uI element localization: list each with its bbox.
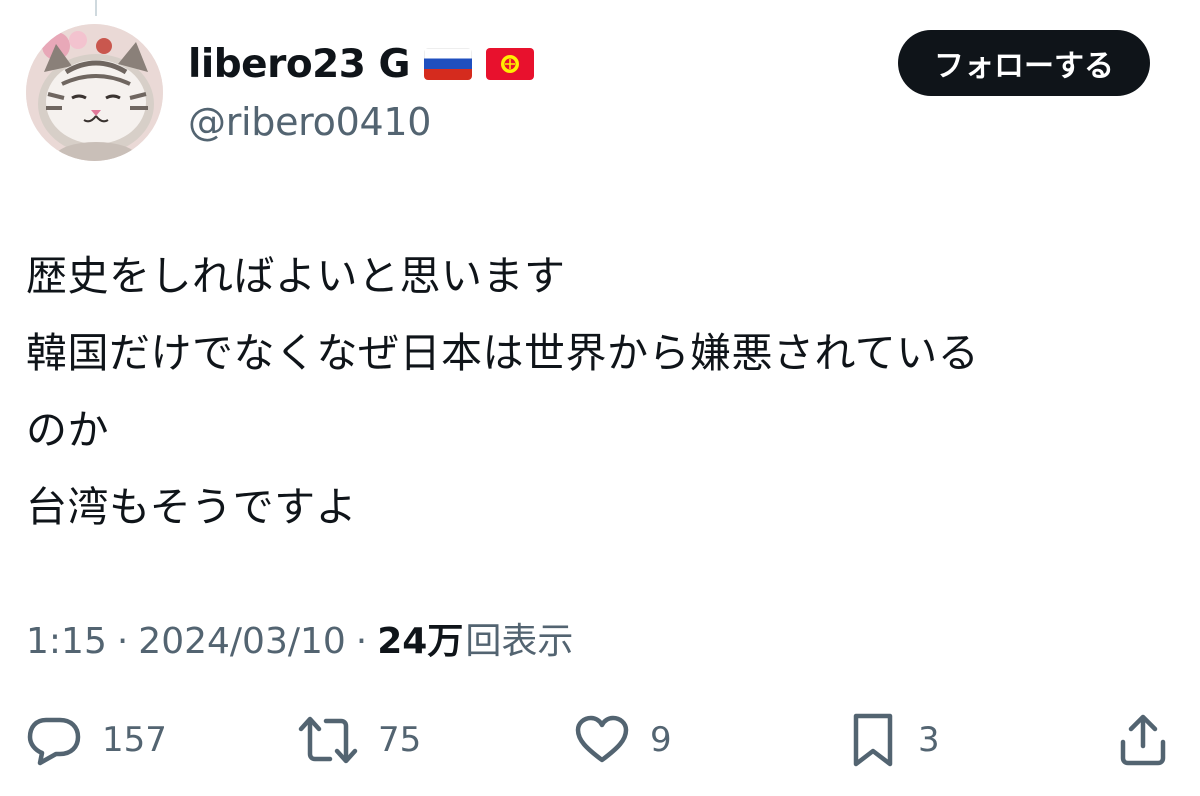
tweet-meta: 1:15 · 2024/03/10 · 24万 回表示 (26, 612, 573, 664)
cat-avatar-icon (26, 24, 163, 161)
tweet-date[interactable]: 2024/03/10 (138, 621, 346, 662)
follow-button[interactable]: フォローする (898, 30, 1150, 96)
tweet-text: 歴史をしればよいと思います 韓国だけでなくなぜ日本は世界から嫌悪されている のか… (26, 238, 1176, 546)
like-count: 9 (650, 720, 672, 760)
tweet-text-line: 台湾もそうですよ (26, 483, 358, 531)
flag-russia-icon (424, 48, 472, 80)
repost-icon (298, 716, 358, 764)
flag-kyrgyzstan-icon (486, 48, 534, 80)
meta-separator: · (116, 621, 129, 662)
tweet-text-line: 韓国だけでなくなぜ日本は世界から嫌悪されている (26, 329, 980, 377)
tweet-time[interactable]: 1:15 (26, 621, 107, 662)
reply-count: 157 (102, 720, 167, 760)
reply-button[interactable]: 157 (26, 710, 167, 770)
user-handle[interactable]: @ribero0410 (188, 100, 534, 144)
repost-button[interactable]: 75 (298, 710, 421, 770)
views-count[interactable]: 24万 (377, 612, 463, 664)
tweet-text-line: 歴史をしればよいと思います (26, 252, 566, 300)
views-label: 回表示 (465, 621, 574, 662)
action-bar: 157 75 9 3 (0, 700, 1200, 780)
author-names: libero23 G @ribero0410 (188, 38, 534, 144)
tweet-text-line: のか (26, 406, 109, 454)
like-button[interactable]: 9 (574, 710, 672, 770)
repost-count: 75 (378, 720, 422, 760)
reply-icon (27, 717, 81, 766)
bookmark-count: 3 (918, 720, 940, 760)
tweet-header: libero23 G @ribero0410 フォローする (26, 24, 1150, 164)
display-name-row: libero23 G (188, 38, 534, 90)
thread-connector-line (95, 0, 97, 16)
bookmark-button[interactable]: 3 (848, 710, 940, 770)
heart-icon (575, 715, 629, 763)
share-icon (1120, 714, 1166, 766)
share-button[interactable] (1118, 710, 1168, 770)
meta-separator: · (355, 621, 368, 662)
bookmark-icon (853, 713, 893, 767)
avatar[interactable] (26, 24, 163, 161)
display-name[interactable]: libero23 G (188, 42, 411, 87)
